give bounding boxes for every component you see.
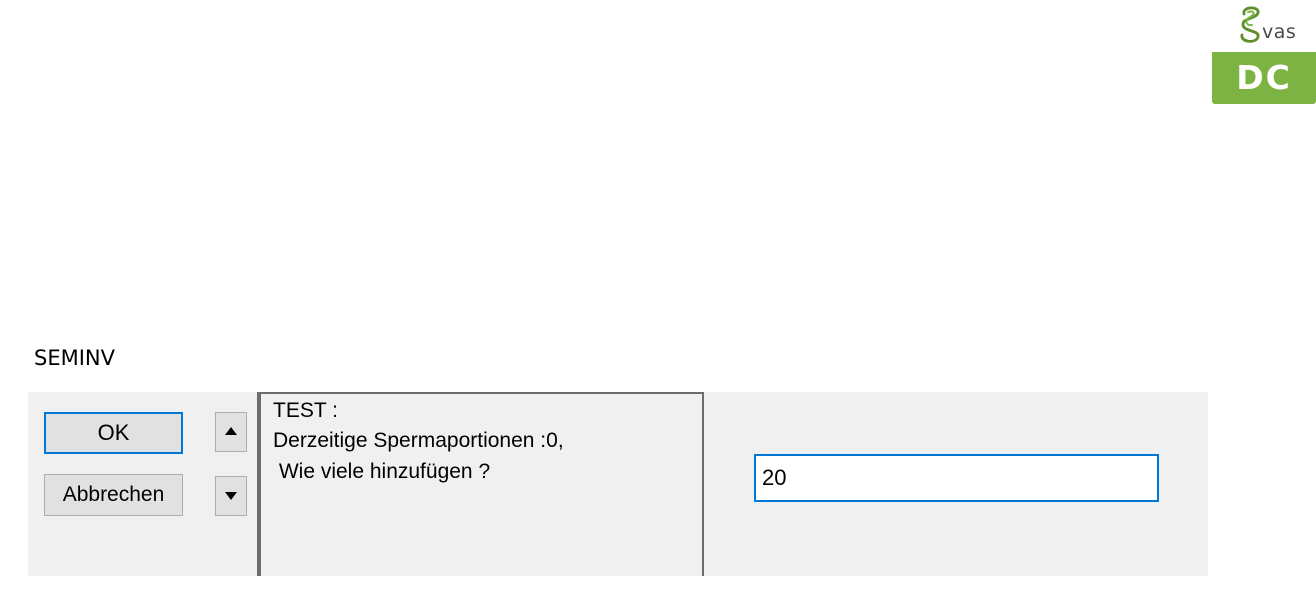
quantity-input[interactable] bbox=[754, 454, 1159, 502]
logo-top-section: vas bbox=[1212, 0, 1316, 52]
vas-dc-logo: vas DC bbox=[1212, 0, 1316, 104]
logo-bottom-section: DC bbox=[1212, 52, 1316, 104]
logo-dc-text: DC bbox=[1236, 58, 1292, 97]
triangle-down-icon bbox=[225, 492, 237, 500]
ok-button[interactable]: OK bbox=[44, 412, 183, 454]
scroll-down-button[interactable] bbox=[215, 476, 247, 516]
dialog-title: SEMINV bbox=[34, 346, 115, 370]
logo-vas-text: vas bbox=[1262, 21, 1297, 43]
message-title: TEST : bbox=[273, 399, 338, 422]
message-box: TEST : Derzeitige Spermaportionen :0, Wi… bbox=[257, 392, 704, 576]
message-question: Wie viele hinzufügen ? bbox=[273, 460, 491, 483]
message-current-count: Derzeitige Spermaportionen :0, bbox=[273, 429, 564, 452]
dialog-panel: OK Abbrechen TEST : Derzeitige Spermapor… bbox=[28, 392, 1208, 576]
cancel-button[interactable]: Abbrechen bbox=[44, 474, 183, 516]
scroll-up-button[interactable] bbox=[215, 412, 247, 452]
triangle-up-icon bbox=[225, 427, 237, 435]
